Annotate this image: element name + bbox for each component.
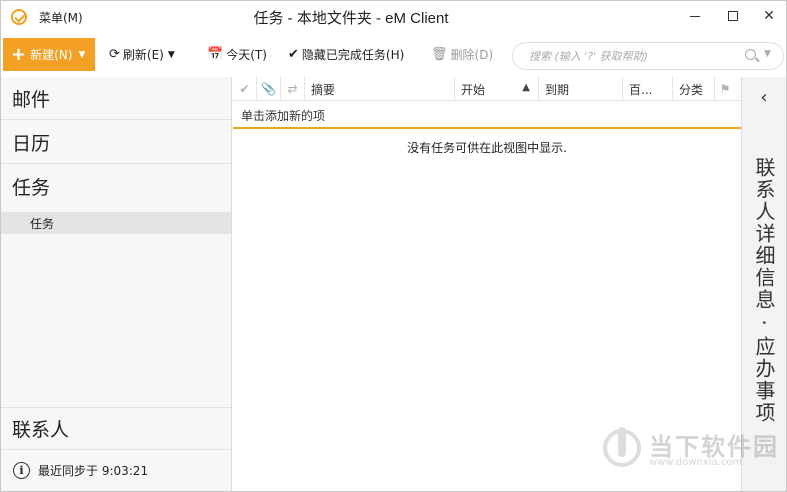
today-button[interactable]: 📅 今天(T) — [207, 46, 267, 63]
sync-status: i 最近同步于 9:03:21 — [1, 449, 231, 491]
window-title: 任务 - 本地文件夹 - eM Client — [253, 10, 449, 27]
sync-status-text: 最近同步于 9:03:21 — [38, 464, 149, 478]
column-category[interactable]: 分类 — [673, 77, 715, 101]
empty-list-message: 没有任务可供在此视图中显示. — [407, 141, 567, 155]
hide-completed-label: 隐藏已完成任务(H) — [301, 48, 405, 62]
hide-completed-button[interactable]: ✔ 隐藏已完成任务(H) — [288, 46, 404, 63]
chevron-down-icon: ▼ — [167, 49, 175, 60]
calendar-check-icon: 📅 — [207, 47, 224, 62]
refresh-button[interactable]: ⟳ 刷新(E) ▼ — [109, 46, 175, 63]
column-complete-checkmark-icon[interactable]: ✔ — [233, 77, 257, 101]
sidebar: 邮件 日历 任务 任务 联系人 i 最近同步于 9:03:21 — [1, 77, 232, 491]
watermark: 当下软件园 www.downxia.com — [601, 425, 781, 475]
sidebar-item-mail[interactable]: 邮件 — [1, 77, 231, 120]
today-button-label: 今天(T) — [226, 48, 267, 62]
title-bar: 菜单(M) 任务 - 本地文件夹 - eM Client ✕ — [1, 1, 786, 33]
maximize-button[interactable] — [715, 1, 751, 31]
column-summary[interactable]: 摘要 — [305, 77, 455, 101]
column-attachment-icon[interactable]: 📎 — [257, 77, 281, 101]
column-start[interactable]: 开始 ▲ — [455, 77, 539, 101]
chevron-down-icon: ▼ — [78, 49, 86, 60]
search-icon[interactable] — [745, 49, 756, 60]
trash-icon: 🗑 — [431, 47, 448, 62]
sidebar-subitem-tasks-folder[interactable]: 任务 — [1, 212, 231, 234]
close-button[interactable]: ✕ — [751, 1, 787, 31]
search-box: ▼ — [512, 42, 784, 70]
app-window: 菜单(M) 任务 - 本地文件夹 - eM Client ✕ + 新建(N) ▼… — [0, 0, 787, 492]
toolbar: + 新建(N) ▼ ⟳ 刷新(E) ▼ 📅 今天(T) ✔ 隐藏已完成任务(H)… — [1, 37, 786, 73]
column-start-label: 开始 — [461, 82, 486, 97]
refresh-icon: ⟳ — [109, 47, 120, 62]
sidebar-item-tasks[interactable]: 任务 — [1, 165, 231, 208]
minimize-icon — [690, 15, 700, 17]
column-header-row: ✔ 📎 ⇄ 摘要 开始 ▲ 到期 百... 分类 ⚑ — [233, 77, 741, 101]
right-panel-title[interactable]: 联系人详细信息 · 应办事项 — [748, 157, 780, 424]
column-recurrence-icon[interactable]: ⇄ — [281, 77, 305, 101]
checkmark-icon: ✔ — [288, 47, 299, 62]
info-icon: i — [13, 462, 30, 479]
delete-button-label: 删除(D) — [450, 48, 494, 62]
plus-icon: + — [11, 43, 27, 65]
close-icon: ✕ — [763, 8, 775, 24]
watermark-url: www.downxia.com — [649, 457, 743, 468]
sidebar-item-contacts[interactable]: 联系人 — [1, 407, 231, 450]
add-new-task-row[interactable]: 单击添加新的项 — [233, 103, 741, 129]
refresh-button-label: 刷新(E) — [122, 48, 164, 62]
watermark-logo-icon — [603, 427, 641, 467]
column-percent-complete[interactable]: 百... — [623, 77, 673, 101]
column-flag-icon[interactable]: ⚑ — [715, 77, 735, 101]
minimize-button[interactable] — [677, 1, 713, 31]
new-button-label: 新建(N) — [30, 48, 73, 62]
column-due[interactable]: 到期 — [539, 77, 623, 101]
delete-button[interactable]: 🗑 删除(D) — [431, 46, 493, 63]
search-input[interactable] — [529, 49, 739, 63]
sort-ascending-icon: ▲ — [522, 82, 530, 93]
chevron-down-icon[interactable]: ▼ — [764, 49, 771, 59]
new-button[interactable]: + 新建(N) ▼ — [3, 38, 95, 71]
expand-panel-chevron-left-icon[interactable]: ‹ — [756, 85, 772, 109]
maximize-icon — [728, 11, 738, 21]
sidebar-item-calendar[interactable]: 日历 — [1, 121, 231, 164]
